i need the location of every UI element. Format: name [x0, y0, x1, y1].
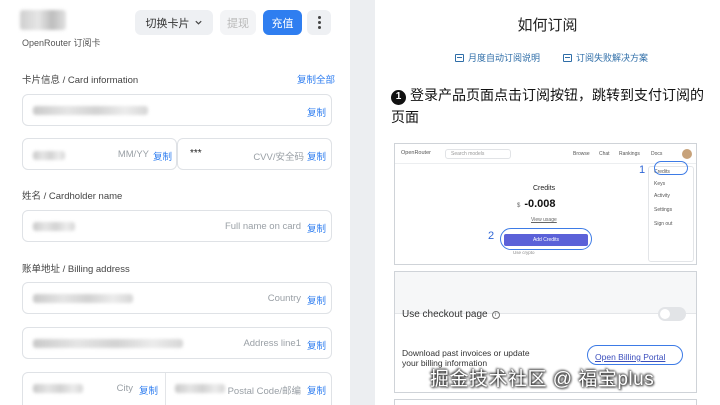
country-value [33, 294, 133, 303]
cardholder-label: 姓名 / Cardholder name [22, 191, 123, 202]
screenshot-logo: OpenRouter [401, 150, 431, 156]
step1-text: 登录产品页面点击订阅按钮，跳转到支付订阅的页面 [391, 87, 704, 125]
view-usage-link: View usage [531, 217, 557, 223]
card-brand-logo [20, 10, 66, 30]
screenshot-search: Search models [445, 149, 511, 159]
document-icon [563, 53, 572, 62]
cardholder-placeholder: Full name on card [224, 221, 301, 232]
step1-heading: 1 登录产品页面点击订阅按钮，跳转到支付订阅的页面 [391, 84, 711, 128]
copy-all-link[interactable]: 复制全部 [297, 72, 335, 86]
chevron-down-icon [194, 20, 202, 25]
postal-placeholder: Postal Code/邮编 [227, 386, 301, 397]
guide-title: 如何订阅 [517, 17, 578, 34]
watermark: 掘金技术社区 @ 福宝plus [430, 369, 655, 390]
more-vertical-icon [317, 16, 321, 29]
recharge-button[interactable]: 充值 [263, 10, 302, 35]
card-number-field[interactable]: 复制 [22, 94, 332, 126]
country-placeholder: Country [267, 293, 301, 304]
city-postal-row: City 复制 Postal Code/邮编 复制 [22, 372, 332, 405]
cvv-value: *** [190, 148, 202, 159]
checkout-label: Use checkout page i [402, 309, 500, 320]
copy-postal-button[interactable]: 复制 [307, 383, 326, 397]
postal-value [175, 384, 225, 393]
menu-item-settings: Settings [654, 207, 673, 213]
info-icon: i [491, 310, 500, 319]
pane-splitter[interactable] [350, 0, 375, 405]
menu-item-activity: Activity [654, 193, 670, 199]
screenshot-nav-chat: Chat [599, 151, 610, 157]
expiry-field[interactable]: MM/YY 复制 [22, 138, 177, 170]
copy-expiry-button[interactable]: 复制 [153, 149, 172, 163]
menu-item-signout: Sign out [654, 221, 673, 227]
city-placeholder: City [116, 383, 133, 394]
subscription-failure-label: 订阅失败解决方案 [576, 53, 649, 63]
checkout-toggle [658, 307, 686, 321]
card-panel: OpenRouter 订阅卡 切换卡片 提现 充值 卡片信息 / Card in… [0, 0, 350, 405]
add-credits-highlight-circle [500, 228, 592, 250]
copy-cvv-button[interactable]: 复制 [307, 149, 326, 163]
subscription-failure-link[interactable]: 订阅失败解决方案 [563, 51, 648, 64]
monthly-subscription-link[interactable]: 月度自动订阅说明 [455, 51, 540, 64]
credits-title: Credits [533, 185, 556, 192]
credits-highlight-circle [654, 161, 688, 175]
city-value [33, 384, 83, 393]
card-number-value [33, 106, 148, 115]
expiry-value [33, 151, 65, 160]
expiry-placeholder: MM/YY [117, 149, 149, 160]
monthly-subscription-label: 月度自动订阅说明 [468, 53, 541, 63]
address-placeholder: Address line1 [243, 338, 301, 349]
credits-amount: $ -0.008 [517, 198, 556, 210]
screenshot-user-menu: Credits Keys Activity Settings Sign out [648, 166, 694, 262]
country-field[interactable]: Country 复制 [22, 282, 332, 314]
withdraw-button[interactable]: 提现 [220, 10, 256, 35]
step-number-badge: 1 [391, 89, 406, 105]
copy-card-number-button[interactable]: 复制 [307, 105, 326, 119]
screenshot-navbar: OpenRouter Search models Browse Chat Ran… [395, 144, 696, 164]
screenshot-avatar [682, 149, 692, 159]
screenshot-header-strip [395, 272, 696, 314]
more-options-button[interactable] [307, 10, 331, 35]
card-subtitle: OpenRouter 订阅卡 [22, 38, 101, 48]
screenshot-nav-browse: Browse [573, 151, 590, 157]
billing-label: 账单地址 / Billing address [22, 264, 130, 275]
marker-2: 2 [488, 230, 495, 242]
cardholder-value [33, 222, 75, 231]
marker-1: 1 [639, 164, 646, 176]
cvv-placeholder: CVV/安全码 [253, 152, 304, 163]
billing-portal-highlight-circle [587, 345, 683, 365]
cardholder-field[interactable]: Full name on card 复制 [22, 210, 332, 242]
screenshot-nav-rankings: Rankings [619, 151, 640, 157]
crypto-note: Use crypto [513, 250, 535, 255]
next-screenshot-edge [394, 399, 697, 405]
screenshot-nav-docs: Docs [651, 151, 663, 157]
card-info-label: 卡片信息 / Card information [22, 75, 139, 86]
credits-page-screenshot: OpenRouter Search models Browse Chat Ran… [394, 143, 697, 265]
address-value [33, 339, 183, 348]
copy-country-button[interactable]: 复制 [307, 293, 326, 307]
copy-cardholder-button[interactable]: 复制 [307, 221, 326, 235]
switch-card-label: 切换卡片 [145, 17, 190, 30]
field-divider [165, 373, 166, 405]
cvv-field[interactable]: *** CVV/安全码 复制 [177, 138, 332, 170]
address-field[interactable]: Address line1 复制 [22, 327, 332, 359]
guide-panel: 如何订阅 月度自动订阅说明 订阅失败解决方案 1 登录产品页面点击订阅按钮，跳转到… [375, 0, 720, 405]
menu-item-keys: Keys [654, 181, 666, 187]
copy-address-button[interactable]: 复制 [307, 338, 326, 352]
document-icon [455, 53, 464, 62]
copy-city-button[interactable]: 复制 [139, 383, 158, 397]
switch-card-button[interactable]: 切换卡片 [135, 10, 213, 35]
